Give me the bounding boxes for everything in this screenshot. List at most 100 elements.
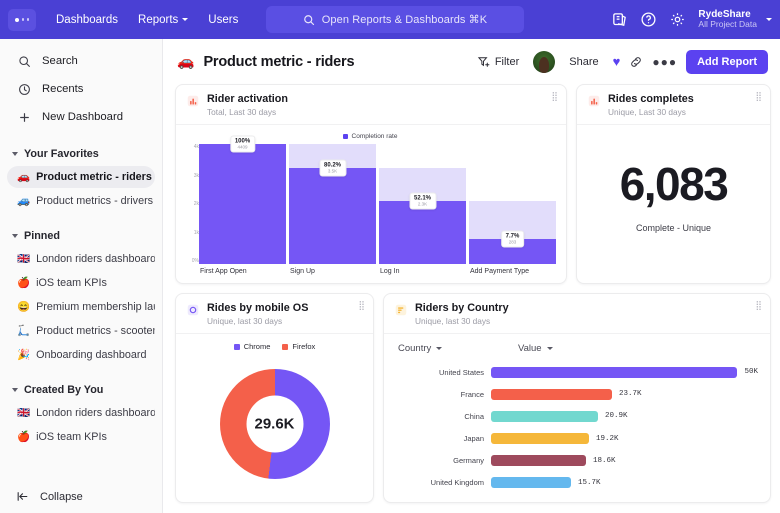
sidebar-item-label: Onboarding dashboard <box>36 349 146 361</box>
gear-icon[interactable] <box>669 11 686 28</box>
column-header-country[interactable]: Country <box>398 343 518 354</box>
nav-item-reports[interactable]: Reports <box>128 9 198 31</box>
sidebar-item-label: iOS team KPIs <box>36 431 107 443</box>
sidebar-item-london-riders-dashboard[interactable]: 🇬🇧 London riders dashboard <box>7 248 155 270</box>
country-bars-rows: United States 50K France 23.7K <box>398 361 758 494</box>
avatar[interactable] <box>533 51 555 73</box>
car-icon: 🚗 <box>177 53 194 70</box>
bar-group[interactable]: 80.2% 3.5K Sign Up <box>289 144 376 279</box>
flag-chart-icon <box>394 303 408 317</box>
sidebar-item-label: Recents <box>42 83 83 95</box>
donut-wrapper: 29.6K <box>176 351 373 496</box>
bar-value: 3.5K <box>324 168 341 173</box>
more-icon[interactable]: ●●● <box>652 55 677 69</box>
legend-item-firefox: Firefox <box>282 342 315 351</box>
sidebar-item-recents[interactable]: Recents <box>7 76 155 102</box>
app-body: Search Recents New Dashboard <box>0 39 780 513</box>
org-scope: All Project Data <box>698 20 757 30</box>
row-label: Germany <box>398 456 484 465</box>
drag-handle-icon[interactable]: ⣿ <box>755 93 761 100</box>
bars-container: 100% 4409 First App Open <box>199 144 556 279</box>
row-value: 19.2K <box>596 435 619 443</box>
nav-item-users[interactable]: Users <box>198 9 248 31</box>
sidebar-item-ios-team-kpis-created[interactable]: 🍎 iOS team KPIs <box>7 426 155 448</box>
logo-dot-icon <box>22 18 25 21</box>
bar-chart-icon <box>587 94 601 108</box>
column-header-value[interactable]: Value <box>518 343 553 354</box>
flag-icon: 🇬🇧 <box>17 408 30 419</box>
sidebar-item-product-metrics-drivers[interactable]: 🚙 Product metrics - drivers <box>7 190 155 212</box>
help-icon[interactable] <box>640 11 657 28</box>
sidebar-item-ios-team-kpis[interactable]: 🍎 iOS team KPIs <box>7 272 155 294</box>
table-row[interactable]: Japan 19.2K <box>398 432 758 446</box>
share-button[interactable]: Share <box>564 52 603 72</box>
sidebar-group-pinned[interactable]: Pinned <box>0 225 162 247</box>
sidebar: Search Recents New Dashboard <box>0 39 163 513</box>
sidebar-item-london-riders-dashboard-created[interactable]: 🇬🇧 London riders dashboard <box>7 402 155 424</box>
sidebar-group-label: Pinned <box>24 230 60 242</box>
sidebar-item-product-metrics-scooters[interactable]: 🛴 Product metrics - scooters <box>7 320 155 342</box>
row-label: China <box>398 412 484 421</box>
table-row[interactable]: United States 50K <box>398 365 758 379</box>
apple-icon: 🍎 <box>17 432 30 443</box>
bar-group[interactable]: 7.7% 283 Add Payment Type <box>469 144 556 279</box>
card-rides-completes: Rides completes Unique, Last 30 days ⣿ 6… <box>576 84 771 284</box>
donut-ring[interactable]: 29.6K <box>220 369 330 479</box>
org-switcher[interactable]: RydeShare All Project Data <box>698 9 772 30</box>
sidebar-item-new-dashboard[interactable]: New Dashboard <box>7 104 155 130</box>
x-tick-label: Add Payment Type <box>469 264 556 279</box>
heart-icon[interactable]: ♥ <box>613 54 621 69</box>
scooter-icon: 🛴 <box>17 326 30 337</box>
sidebar-item-product-metric-riders[interactable]: 🚗 Product metric - riders <box>7 166 155 188</box>
legend-label: Completion rate <box>352 133 398 140</box>
drag-handle-icon[interactable]: ⣿ <box>358 302 364 309</box>
card-subtitle: Total, Last 30 days <box>207 107 288 117</box>
card-title-block: Rides completes Unique, Last 30 days <box>608 93 694 117</box>
bar-fill: 100% 4409 <box>199 144 286 264</box>
chart-plot-area: 4k 3k 2k 1k 0% <box>184 144 556 279</box>
row-bar <box>491 367 737 378</box>
filter-icon <box>477 55 490 68</box>
filter-label: Filter <box>495 56 519 68</box>
card-title: Rides completes <box>608 93 694 105</box>
sidebar-group-your-favorites[interactable]: Your Favorites <box>0 143 162 165</box>
table-row[interactable]: France 23.7K <box>398 387 758 401</box>
bar-group[interactable]: 52.1% 2.3K Log In <box>379 144 466 279</box>
search-icon <box>303 14 315 26</box>
row-bar <box>491 411 598 422</box>
card-rides-by-mobile-os: Rides by mobile OS Unique, last 30 days … <box>175 293 374 503</box>
card-title: Riders by Country <box>415 302 509 314</box>
books-icon[interactable] <box>611 11 628 28</box>
main-content: 🚗 Product metric - riders Filter Share ♥ <box>163 39 780 513</box>
sidebar-group-label: Created By You <box>24 384 103 396</box>
filter-button[interactable]: Filter <box>472 51 524 72</box>
drag-handle-icon[interactable]: ⣿ <box>755 302 761 309</box>
global-search-bar[interactable]: Open Reports & Dashboards ⌘K <box>266 6 524 33</box>
card-header: Rider activation Total, Last 30 days ⣿ <box>176 85 566 125</box>
nav-label: Dashboards <box>56 14 118 26</box>
chevron-down-icon <box>12 234 18 238</box>
sidebar-group-created-by-you[interactable]: Created By You <box>0 379 162 401</box>
add-report-button[interactable]: Add Report <box>686 50 768 74</box>
table-row[interactable]: United Kingdom 15.7K <box>398 476 758 490</box>
link-icon[interactable] <box>629 55 643 69</box>
metric-caption: Complete - Unique <box>636 223 711 233</box>
legend-label: Firefox <box>292 342 315 351</box>
bar-value: 283 <box>506 239 520 244</box>
bar-value-label: 100% 4409 <box>230 136 255 153</box>
nav-item-dashboards[interactable]: Dashboards <box>46 9 128 31</box>
app-logo[interactable] <box>8 9 36 31</box>
sidebar-item-premium-membership-launch[interactable]: 😄 Premium membership launch <box>7 296 155 318</box>
party-icon: 🎉 <box>17 350 30 361</box>
drag-handle-icon[interactable]: ⣿ <box>551 93 557 100</box>
table-row[interactable]: Germany 18.6K <box>398 454 758 468</box>
sidebar-item-label: London riders dashboard <box>36 407 155 419</box>
sidebar-collapse-button[interactable]: Collapse <box>0 490 162 503</box>
sidebar-item-label: New Dashboard <box>42 111 123 123</box>
sidebar-item-onboarding-dashboard[interactable]: 🎉 Onboarding dashboard <box>7 344 155 366</box>
sidebar-item-search[interactable]: Search <box>7 48 155 74</box>
card-subtitle: Unique, Last 30 days <box>608 107 694 117</box>
topbar-right-actions: RydeShare All Project Data <box>611 9 772 30</box>
bar-group[interactable]: 100% 4409 First App Open <box>199 144 286 279</box>
table-row[interactable]: China 20.9K <box>398 409 758 423</box>
